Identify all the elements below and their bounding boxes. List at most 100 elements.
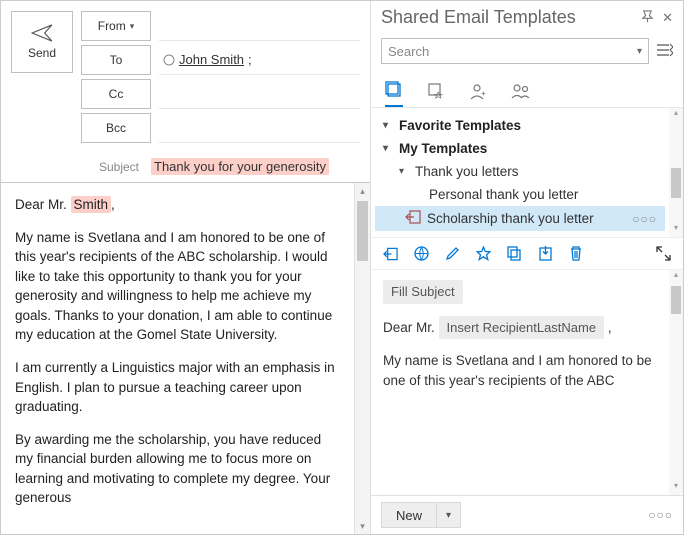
cc-field[interactable]: [159, 79, 360, 109]
search-row: Search ▾: [371, 34, 683, 72]
more-icon[interactable]: ○○○: [632, 212, 657, 226]
chevron-down-icon: ▾: [383, 143, 393, 154]
tree-favorites-label: Favorite Templates: [399, 118, 521, 133]
panel-header: Shared Email Templates ✕: [371, 1, 683, 34]
edit-icon[interactable]: [445, 246, 460, 261]
template-preview[interactable]: Fill Subject Dear Mr. Insert RecipientLa…: [371, 270, 669, 495]
templates-pane: Shared Email Templates ✕ Search ▾: [371, 1, 683, 534]
tab-favorites[interactable]: [427, 83, 445, 107]
new-button[interactable]: New: [381, 502, 437, 528]
send-button[interactable]: Send: [11, 11, 73, 73]
tree-thanks-label: Thank you letters: [415, 164, 519, 179]
body-editor[interactable]: Dear Mr. Smith, My name is Svetlana and …: [1, 183, 354, 534]
from-field[interactable]: [159, 11, 360, 41]
tree-scrollbar[interactable]: ▴ ▾: [669, 108, 683, 237]
from-button[interactable]: From ▾: [81, 11, 151, 41]
person-icon: [469, 83, 487, 101]
fill-subject-chip[interactable]: Fill Subject: [383, 280, 463, 304]
favorites-icon: [427, 83, 445, 101]
new-label: New: [396, 508, 422, 523]
tab-templates[interactable]: [385, 81, 403, 107]
recipient-token-chip[interactable]: Insert RecipientLastName: [439, 316, 605, 340]
chevron-down-icon[interactable]: ▾: [637, 46, 642, 57]
address-buttons: From ▾ To Cc Bcc: [81, 11, 151, 143]
scroll-thumb[interactable]: [671, 168, 681, 198]
bottom-bar: New ▾ ○○○: [371, 495, 683, 534]
subject-field[interactable]: Thank you for your generosity: [151, 159, 360, 174]
from-label: From: [98, 19, 126, 33]
send-icon: [31, 24, 53, 42]
preview-greeting-pre: Dear Mr.: [383, 320, 435, 335]
tree-item-scholarship[interactable]: Scholarship thank you letter ○○○: [375, 206, 665, 231]
to-suffix: ;: [248, 52, 252, 67]
greeting-post: ,: [111, 197, 115, 212]
tab-shared[interactable]: [469, 83, 487, 107]
preview-greeting: Dear Mr. Insert RecipientLastName ,: [383, 316, 657, 340]
greeting-name: Smith: [71, 196, 112, 213]
tree-scholarship-label: Scholarship thank you letter: [427, 211, 594, 226]
body-greeting: Dear Mr. Smith,: [15, 195, 340, 215]
new-dropdown[interactable]: ▾: [437, 502, 461, 528]
body-p2: I am currently a Linguistics major with …: [15, 358, 340, 417]
compose-pane: Send From ▾ To Cc Bcc John Smith; Subjec…: [1, 1, 371, 534]
tree-container: ▾ Favorite Templates ▾ My Templates ▾ Th…: [371, 108, 683, 237]
pin-icon[interactable]: [641, 10, 654, 26]
templates-icon: [385, 81, 403, 99]
body-p3: By awarding me the scholarship, you have…: [15, 430, 340, 508]
insert-icon[interactable]: [383, 247, 398, 261]
people-icon: [511, 83, 531, 101]
body-p1: My name is Svetlana and I am honored to …: [15, 228, 340, 345]
tree-thank-you-folder[interactable]: ▾ Thank you letters: [375, 160, 665, 183]
import-icon[interactable]: [538, 246, 553, 261]
expand-icon[interactable]: [656, 246, 671, 261]
tree-my-templates[interactable]: ▾ My Templates: [375, 137, 665, 160]
scroll-down-icon[interactable]: ▾: [669, 223, 683, 237]
panel-title: Shared Email Templates: [381, 7, 633, 28]
cc-button[interactable]: Cc: [81, 79, 151, 109]
more-icon[interactable]: ○○○: [648, 508, 673, 522]
templates-tree: ▾ Favorite Templates ▾ My Templates ▾ Th…: [371, 108, 669, 237]
send-label: Send: [28, 46, 56, 60]
insert-template-icon: [405, 210, 421, 227]
scroll-down-icon[interactable]: ▾: [355, 518, 370, 534]
copy-icon[interactable]: [507, 246, 522, 261]
tree-my-label: My Templates: [399, 141, 487, 156]
scroll-thumb[interactable]: [671, 286, 681, 314]
presence-icon: [163, 54, 175, 66]
subject-text: Thank you for your generosity: [151, 158, 329, 175]
cc-label: Cc: [109, 87, 124, 101]
bcc-field[interactable]: [159, 113, 360, 143]
scroll-down-icon[interactable]: ▾: [669, 481, 683, 495]
body-area: Dear Mr. Smith, My name is Svetlana and …: [1, 182, 370, 534]
tabs: [371, 72, 683, 108]
scroll-up-icon[interactable]: ▴: [355, 183, 370, 199]
filter-icon[interactable]: [657, 43, 673, 60]
close-icon[interactable]: ✕: [662, 10, 673, 26]
globe-icon[interactable]: [414, 246, 429, 261]
bcc-button[interactable]: Bcc: [81, 113, 151, 143]
chevron-down-icon: ▾: [130, 21, 135, 32]
to-recipient-name: John Smith: [179, 52, 244, 67]
preview-area: Fill Subject Dear Mr. Insert RecipientLa…: [371, 270, 683, 495]
tree-item-personal[interactable]: Personal thank you letter: [375, 183, 665, 206]
tree-favorites[interactable]: ▾ Favorite Templates: [375, 114, 665, 137]
to-recipient-chip[interactable]: John Smith;: [163, 52, 252, 67]
greeting-pre: Dear Mr.: [15, 197, 71, 212]
scroll-up-icon[interactable]: ▴: [669, 108, 683, 122]
to-button[interactable]: To: [81, 45, 151, 75]
to-field[interactable]: John Smith;: [159, 45, 360, 75]
address-values: John Smith;: [159, 11, 360, 143]
delete-icon[interactable]: [569, 246, 583, 261]
subject-label: Subject: [11, 160, 151, 174]
chevron-down-icon: ▾: [383, 120, 393, 131]
to-label: To: [110, 53, 123, 67]
search-placeholder: Search: [388, 44, 429, 59]
star-icon[interactable]: [476, 246, 491, 261]
chevron-down-icon: ▾: [399, 166, 409, 177]
tab-teams[interactable]: [511, 83, 531, 107]
search-input[interactable]: Search ▾: [381, 38, 649, 64]
preview-scrollbar[interactable]: ▴ ▾: [669, 270, 683, 495]
scroll-thumb[interactable]: [357, 201, 368, 261]
body-scrollbar[interactable]: ▴ ▾: [354, 183, 370, 534]
scroll-up-icon[interactable]: ▴: [669, 270, 683, 284]
